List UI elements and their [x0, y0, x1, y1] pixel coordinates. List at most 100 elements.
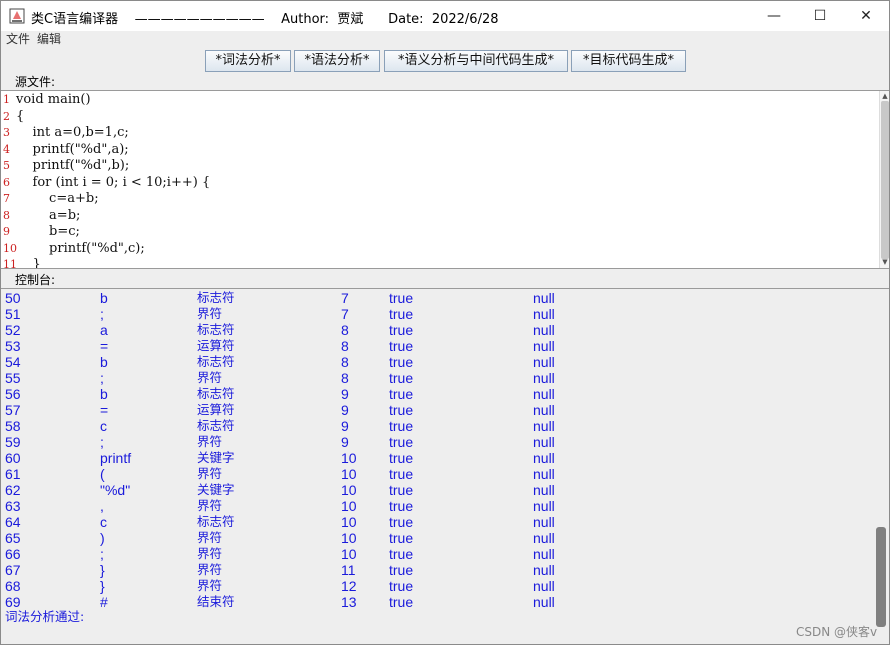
- console-status-text: 词法分析通过:: [5, 609, 85, 624]
- token-value: null: [533, 498, 555, 514]
- token-line: 9: [341, 402, 349, 418]
- target-code-button[interactable]: *目标代码生成*: [571, 50, 686, 72]
- token-row: 58 c 标志符 9 true null: [1, 418, 871, 434]
- token-row: 56 b 标志符 9 true null: [1, 386, 871, 402]
- code-line: 10 printf("%d",c);: [1, 241, 879, 258]
- title-bar[interactable]: 类C语言编译器 —————————— Author: 贾斌 Date: 2022…: [1, 1, 889, 31]
- app-window: 类C语言编译器 —————————— Author: 贾斌 Date: 2022…: [0, 0, 890, 645]
- console-output[interactable]: 50 b 标志符 7 true null 51; 界符 7 true null 52 a 标志符 8 true…: [1, 288, 889, 644]
- token-line: 10: [341, 530, 357, 546]
- token-index: 58: [5, 418, 21, 434]
- token-text: ;: [100, 546, 104, 562]
- editor-scroll-thumb[interactable]: [881, 101, 889, 259]
- line-number: 8: [3, 208, 10, 222]
- token-row: 65) 界符 10 true null: [1, 530, 871, 546]
- token-index: 61: [5, 466, 21, 482]
- minimize-button[interactable]: —: [751, 1, 797, 31]
- token-valid: true: [389, 306, 414, 322]
- line-number: 4: [3, 142, 10, 156]
- token-line: 8: [341, 338, 349, 354]
- token-row: 61 (界符 10 true null: [1, 466, 871, 482]
- token-type: 界符: [197, 466, 223, 481]
- token-valid: true: [389, 546, 414, 562]
- code-line: 4 printf("%d",a);: [1, 142, 879, 159]
- token-text: b: [100, 354, 108, 370]
- editor-scrollbar[interactable]: ▲ ▼: [879, 91, 889, 268]
- line-number: 11: [3, 258, 17, 269]
- token-index: 68: [5, 578, 21, 594]
- token-row: 50 b 标志符 7 true null: [1, 290, 871, 306]
- source-file-label: 源文件:: [15, 75, 56, 89]
- token-type: 关键字: [197, 482, 235, 497]
- token-type: 界符: [197, 498, 223, 513]
- token-line: 9: [341, 418, 349, 434]
- code-line: 11 }: [1, 257, 879, 269]
- token-text: c: [100, 418, 107, 434]
- token-value: null: [533, 450, 555, 466]
- token-type: 标志符: [197, 386, 235, 401]
- token-valid: true: [389, 338, 414, 354]
- token-text: ;: [100, 370, 104, 386]
- code-text: c=a+b;: [16, 191, 99, 206]
- java-app-icon: [9, 8, 25, 24]
- code-text: {: [16, 108, 25, 124]
- maximize-button[interactable]: ☐: [797, 1, 843, 31]
- token-type: 标志符: [197, 354, 235, 369]
- token-index: 57: [5, 402, 21, 418]
- code-text: b=c;: [16, 224, 80, 239]
- token-text: }: [100, 562, 105, 578]
- watermark: CSDN @侠客v: [796, 625, 878, 639]
- token-text: ,: [100, 498, 104, 514]
- token-line: 10: [341, 546, 357, 562]
- token-line: 13: [341, 594, 357, 610]
- token-type: 界符: [197, 546, 223, 561]
- semantic-analysis-button[interactable]: *语义分析与中间代码生成*: [384, 50, 568, 72]
- token-line: 8: [341, 354, 349, 370]
- console-label: 控制台:: [15, 273, 56, 287]
- console-scrollbar[interactable]: [874, 289, 888, 644]
- close-button[interactable]: ✕: [843, 1, 889, 31]
- token-index: 52: [5, 322, 21, 338]
- token-value: null: [533, 402, 555, 418]
- menu-file[interactable]: 文件: [6, 31, 30, 47]
- line-number: 3: [3, 126, 10, 139]
- console-scroll-thumb[interactable]: [876, 527, 886, 627]
- token-line: 9: [341, 434, 349, 450]
- token-row: 57 = 运算符 9 true null: [1, 402, 871, 418]
- lexical-analysis-button[interactable]: *词法分析*: [205, 50, 291, 72]
- token-line: 10: [341, 498, 357, 514]
- token-value: null: [533, 594, 555, 610]
- token-row: 62 "%d" 关键字 10 true null: [1, 482, 871, 498]
- token-index: 53: [5, 338, 21, 354]
- code-text: for (int i = 0; i < 10;i++) {: [16, 174, 211, 190]
- token-valid: true: [389, 530, 414, 546]
- token-value: null: [533, 306, 555, 322]
- token-value: null: [533, 290, 555, 306]
- token-value: null: [533, 434, 555, 450]
- token-row: 52 a 标志符 8 true null: [1, 322, 871, 338]
- scroll-up-icon[interactable]: ▲: [881, 92, 889, 101]
- token-row: 69 # 结束符 13 true null: [1, 594, 871, 610]
- token-index: 59: [5, 434, 21, 450]
- token-row: 63, 界符 10 true null: [1, 498, 871, 514]
- code-line: 2{: [1, 109, 879, 126]
- token-row: 51; 界符 7 true null: [1, 306, 871, 322]
- token-row: 60 printf 关键字 10 true null: [1, 450, 871, 466]
- token-value: null: [533, 466, 555, 482]
- token-type: 界符: [197, 562, 223, 577]
- token-valid: true: [389, 450, 414, 466]
- token-value: null: [533, 338, 555, 354]
- token-type: 界符: [197, 370, 223, 385]
- syntax-analysis-button[interactable]: *语法分析*: [294, 50, 380, 72]
- token-line: 8: [341, 370, 349, 386]
- menu-edit[interactable]: 编辑: [37, 31, 61, 47]
- token-type: 标志符: [197, 290, 235, 305]
- token-value: null: [533, 386, 555, 402]
- source-editor[interactable]: 1 void main() 2{3 int a=0,b=1,c; 4 printf("…: [1, 90, 889, 269]
- code-line: 7 c=a+b;: [1, 191, 879, 208]
- scroll-down-icon[interactable]: ▼: [881, 258, 889, 267]
- code-line: 3 int a=0,b=1,c;: [1, 125, 879, 142]
- token-valid: true: [389, 434, 414, 450]
- token-type: 标志符: [197, 418, 235, 433]
- line-number: 10: [3, 241, 17, 255]
